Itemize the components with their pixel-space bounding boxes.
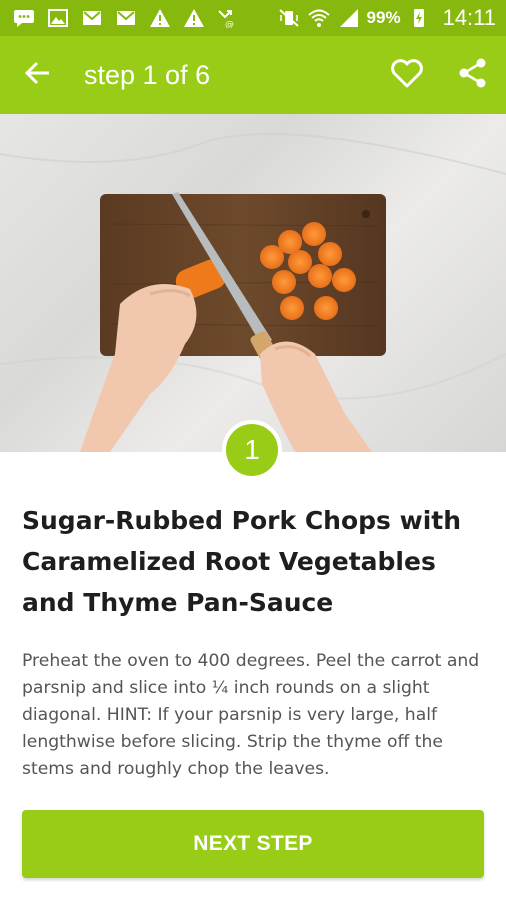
favorite-button[interactable] [374, 36, 440, 114]
heart-icon [390, 58, 424, 93]
app-bar: step 1 of 6 [0, 36, 506, 114]
step-instructions: Preheat the oven to 400 degrees. Peel th… [22, 651, 480, 779]
page-title: step 1 of 6 [84, 59, 211, 90]
missed-call-icon: @ [216, 7, 240, 29]
share-icon [458, 57, 488, 94]
recipe-title: Sugar-Rubbed Pork Chops with Caramelized… [22, 506, 462, 617]
wifi-icon [307, 7, 331, 29]
system-icons: 99% 14:11 [277, 5, 496, 31]
battery-charging-icon [407, 7, 431, 29]
arrow-back-icon [24, 59, 52, 92]
vibrate-icon [277, 7, 301, 29]
gmail-icon [80, 7, 104, 29]
notification-icons: @ [12, 7, 240, 29]
share-button[interactable] [440, 36, 506, 114]
message-icon [12, 7, 36, 29]
back-button[interactable] [0, 36, 76, 114]
clock: 14:11 [442, 5, 496, 30]
gmail-icon [114, 7, 138, 29]
status-bar: @ 99% 14:11 [0, 0, 506, 36]
step-number-badge: 1 [222, 420, 282, 480]
battery-percent: 99% [366, 8, 401, 27]
warning-icon [182, 7, 206, 29]
image-icon [46, 7, 70, 29]
next-step-button[interactable]: NEXT STEP [22, 810, 484, 878]
step-photo [0, 114, 506, 452]
warning-icon [148, 7, 172, 29]
svg-text:@: @ [225, 20, 234, 28]
signal-icon [337, 7, 361, 29]
